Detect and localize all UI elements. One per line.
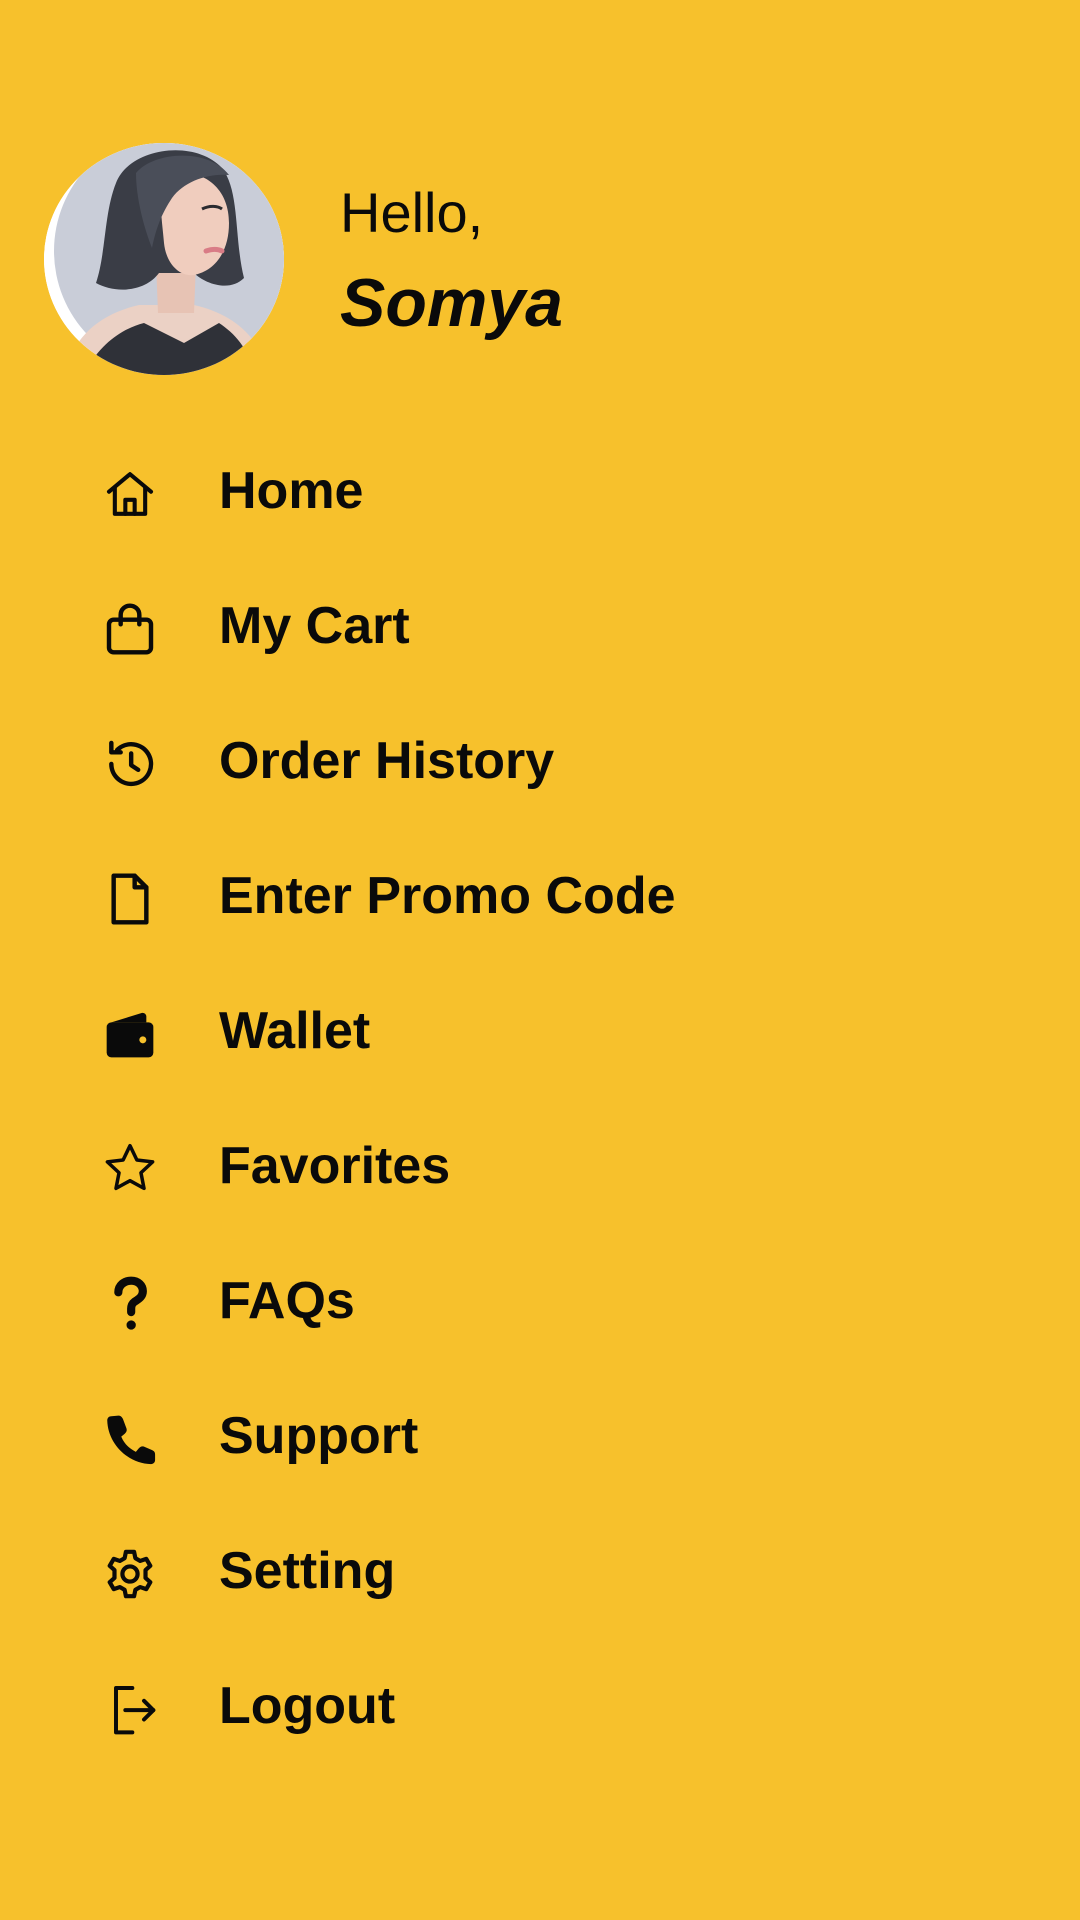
menu-item-logout[interactable]: Logout — [0, 1647, 1080, 1782]
menu-item-label: FAQs — [219, 1272, 355, 1330]
history-icon — [98, 732, 162, 796]
star-icon — [98, 1137, 162, 1201]
menu-item-label: Setting — [219, 1542, 396, 1600]
drawer-menu: Home My Cart Order History Enter Promo C… — [0, 432, 1080, 1782]
menu-item-label: Home — [219, 462, 364, 520]
shopping-bag-icon — [98, 597, 162, 661]
phone-icon — [98, 1407, 162, 1471]
menu-item-label: Enter Promo Code — [219, 867, 676, 925]
menu-item-favorites[interactable]: Favorites — [0, 1107, 1080, 1242]
menu-item-enter-promo-code[interactable]: Enter Promo Code — [0, 837, 1080, 972]
question-mark-icon — [98, 1272, 162, 1336]
greeting-text: Hello, — [340, 181, 484, 244]
user-name: Somya — [340, 265, 563, 341]
menu-item-home[interactable]: Home — [0, 432, 1080, 567]
profile-header: Hello, Somya — [44, 143, 944, 375]
gear-icon — [98, 1542, 162, 1606]
menu-item-label: Logout — [219, 1677, 396, 1735]
menu-item-wallet[interactable]: Wallet — [0, 972, 1080, 1107]
menu-item-label: My Cart — [219, 597, 410, 655]
menu-item-order-history[interactable]: Order History — [0, 702, 1080, 837]
home-icon — [98, 462, 162, 526]
document-icon — [98, 867, 162, 931]
menu-item-label: Support — [219, 1407, 419, 1465]
menu-item-my-cart[interactable]: My Cart — [0, 567, 1080, 702]
avatar[interactable] — [44, 143, 284, 375]
menu-item-label: Favorites — [219, 1137, 451, 1195]
menu-item-support[interactable]: Support — [0, 1377, 1080, 1512]
navigation-drawer: Hello, Somya Home My Cart Order History … — [0, 0, 1080, 1920]
menu-item-label: Wallet — [219, 1002, 371, 1060]
wallet-icon — [98, 1002, 162, 1066]
user-avatar-photo — [44, 143, 284, 375]
logout-icon — [98, 1677, 162, 1741]
menu-item-label: Order History — [219, 732, 555, 790]
menu-item-setting[interactable]: Setting — [0, 1512, 1080, 1647]
menu-item-faqs[interactable]: FAQs — [0, 1242, 1080, 1377]
